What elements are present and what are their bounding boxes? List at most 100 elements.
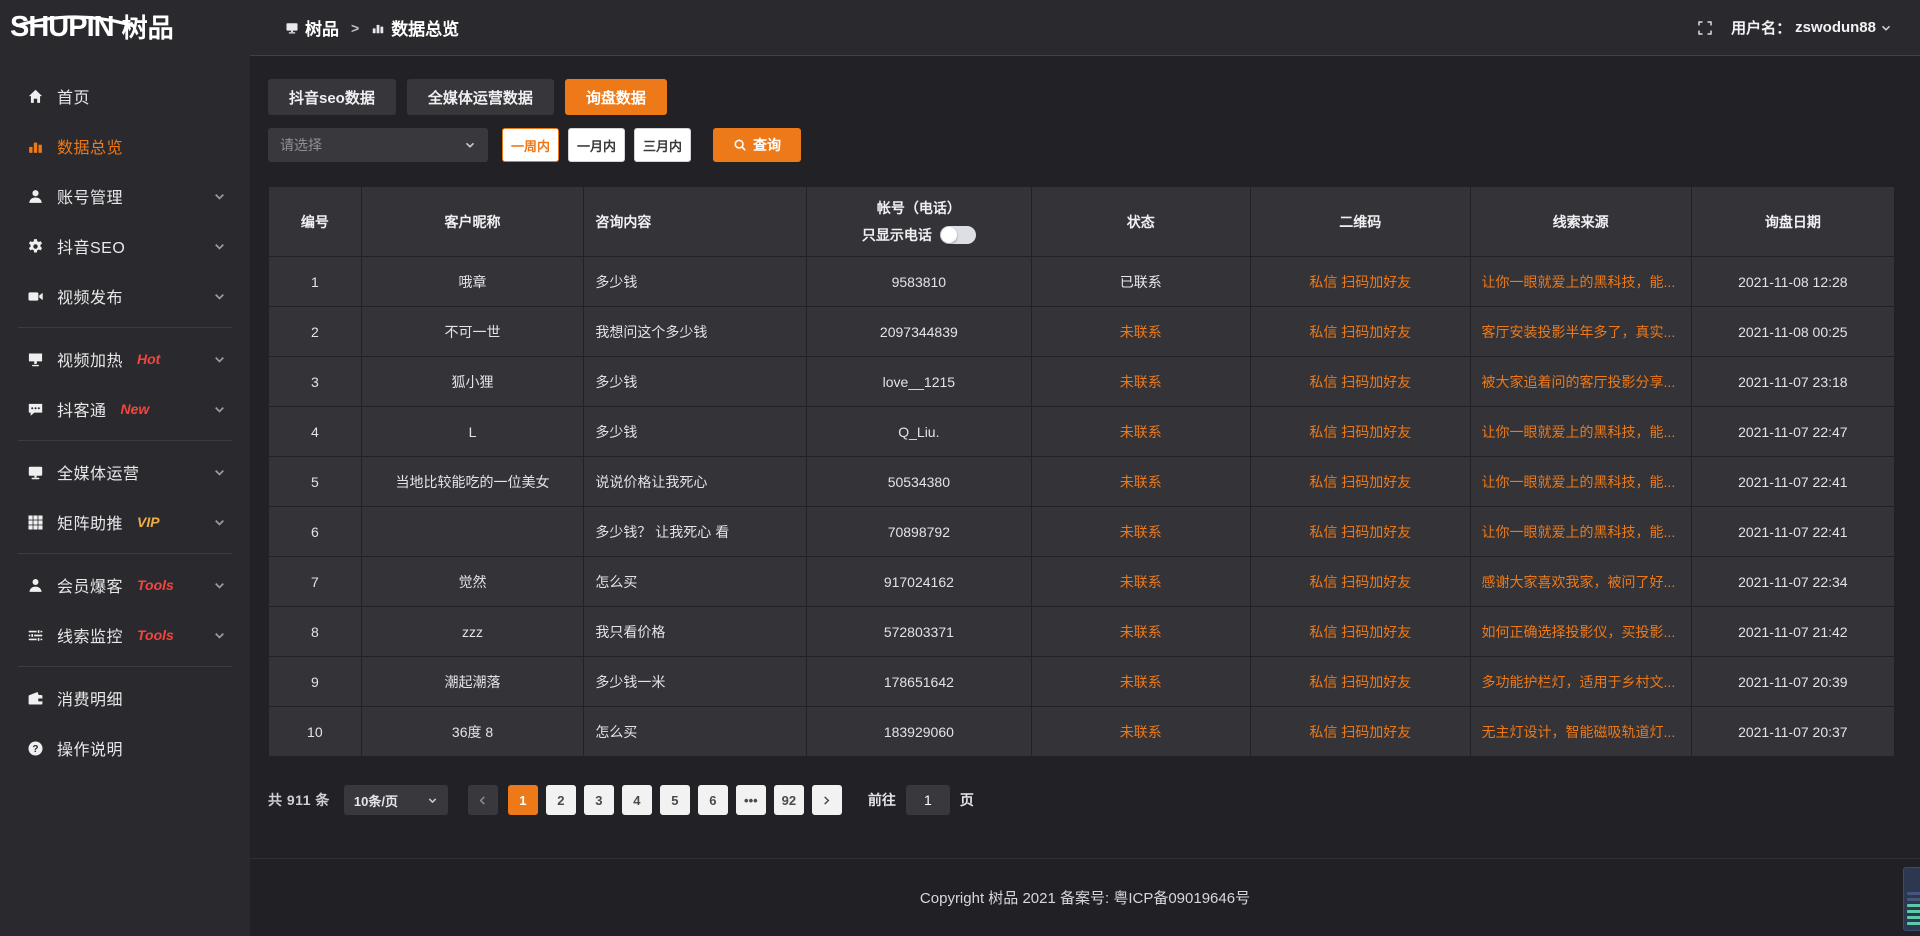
cell-qrcode: 私信 扫码加好友 [1251,307,1471,357]
tab-douyin-seo[interactable]: 抖音seo数据 [268,79,396,115]
sidebar-item-label: 账号管理 [57,184,123,208]
cell-account: 70898792 [807,507,1031,557]
sidebar-item-label: 消费明细 [57,686,123,710]
qrcode-actions-link[interactable]: 私信 扫码加好友 [1309,624,1411,640]
sidebar-item[interactable]: 抖客通 New [0,384,250,434]
sidebar-item-label: 抖客通 [57,397,107,421]
qrcode-actions-link[interactable]: 私信 扫码加好友 [1309,574,1411,590]
table-row: 2不可一世我想问这个多少钱2097344839未联系私信 扫码加好友客厅安装投影… [269,307,1895,357]
cell-date: 2021-11-07 21:42 [1691,607,1894,657]
next-page-button[interactable] [812,785,842,815]
search-icon [733,138,747,152]
source-link[interactable]: 多功能护栏灯，适用于乡村文... [1482,674,1676,690]
phone-only-toggle[interactable] [940,226,976,244]
page-ellipsis-button[interactable]: ••• [736,785,766,815]
cell-nickname: 当地比较能吃的一位美女 [361,457,584,507]
page-size-select[interactable]: 10条/页 [344,785,448,815]
cell-qrcode: 私信 扫码加好友 [1251,457,1471,507]
sidebar-item[interactable]: 首页 [0,71,250,121]
sidebar-item[interactable]: 会员爆客Tools [0,560,250,610]
tab-omnimedia[interactable]: 全媒体运营数据 [407,79,554,115]
breadcrumb-item-current[interactable]: 数据总览 [371,15,459,40]
wallet-icon [27,690,44,707]
range-button[interactable]: 一月内 [568,128,625,162]
page-number-button[interactable]: 92 [774,785,804,815]
chevron-down-icon [427,795,438,806]
sidebar-item-badge: New [121,401,150,417]
qrcode-actions-link[interactable]: 私信 扫码加好友 [1309,324,1411,340]
sidebar-item[interactable]: 消费明细 [0,673,250,723]
range-button[interactable]: 三月内 [634,128,691,162]
prev-page-button[interactable] [468,785,498,815]
sidebar-item-label: 矩阵助推 [57,510,123,534]
user-label: 用户名： [1731,17,1791,38]
col-header-status: 状态 [1031,187,1251,257]
source-link[interactable]: 让你一眼就爱上的黑科技，能... [1482,424,1676,440]
sidebar-item-badge: Hot [137,351,160,367]
page-number-button[interactable]: 4 [622,785,652,815]
sidebar-item[interactable]: 账号管理 [0,171,250,221]
breadcrumb-separator: > [351,20,359,36]
floating-widget[interactable] [1903,867,1920,931]
qrcode-actions-link[interactable]: 私信 扫码加好友 [1309,724,1411,740]
cell-content: 多少钱 [584,357,807,407]
search-button[interactable]: 查询 [713,128,801,162]
tab-inquiry[interactable]: 询盘数据 [565,79,667,115]
user-menu[interactable]: 用户名： zswodun88 [1731,17,1892,38]
source-link[interactable]: 无主灯设计，智能磁吸轨道灯... [1482,724,1676,740]
cell-nickname [361,507,584,557]
chevron-down-icon [213,353,226,366]
pagination: 共 911 条 10条/页 123456•••92 前往 页 [268,785,1895,815]
sidebar-item[interactable]: 线索监控Tools [0,610,250,660]
table-row: 3狐小狸多少钱love__1215未联系私信 扫码加好友被大家追着问的客厅投影分… [269,357,1895,407]
cell-id: 5 [269,457,362,507]
sidebar-item[interactable]: 抖音SEO [0,221,250,271]
qrcode-actions-link[interactable]: 私信 扫码加好友 [1309,474,1411,490]
page-number-button[interactable]: 3 [584,785,614,815]
qrcode-actions-link[interactable]: 私信 扫码加好友 [1309,424,1411,440]
goto-label: 前往 [868,790,896,810]
qrcode-actions-link[interactable]: 私信 扫码加好友 [1309,274,1411,290]
sidebar-item[interactable]: 视频发布 [0,271,250,321]
source-link[interactable]: 让你一眼就爱上的黑科技，能... [1482,274,1676,290]
cell-qrcode: 私信 扫码加好友 [1251,407,1471,457]
filter-select[interactable]: 请选择 [268,128,488,162]
chevron-down-icon [213,579,226,592]
range-button[interactable]: 一周内 [502,128,559,162]
breadcrumb: 树品 > 数据总览 [285,15,459,40]
breadcrumb-item-home[interactable]: 树品 [285,15,339,40]
cell-qrcode: 私信 扫码加好友 [1251,607,1471,657]
sidebar-item[interactable]: ?操作说明 [0,723,250,773]
source-link[interactable]: 让你一眼就爱上的黑科技，能... [1482,474,1676,490]
qrcode-actions-link[interactable]: 私信 扫码加好友 [1309,674,1411,690]
cell-source: 感谢大家喜欢我家，被问了好... [1470,557,1691,607]
source-link[interactable]: 感谢大家喜欢我家，被问了好... [1482,574,1676,590]
cell-content: 多少钱？ 让我死心 看 [584,507,807,557]
cell-source: 无主灯设计，智能磁吸轨道灯... [1470,707,1691,757]
sidebar-item[interactable]: 视频加热Hot [0,334,250,384]
sidebar-item-label: 抖音SEO [57,234,125,258]
table-header-row: 编号 客户昵称 咨询内容 帐号（电话） 只显示电话 状态 二维码 线索来源 询盘… [269,187,1895,257]
source-link[interactable]: 如何正确选择投影仪，买投影... [1482,624,1676,640]
page-number-button[interactable]: 1 [508,785,538,815]
source-link[interactable]: 让你一眼就爱上的黑科技，能... [1482,524,1676,540]
sidebar-item[interactable]: 矩阵助推VIP [0,497,250,547]
sidebar-item[interactable]: 全媒体运营 [0,447,250,497]
sidebar: 首页数据总览账号管理抖音SEO视频发布视频加热Hot抖客通New全媒体运营矩阵助… [0,55,250,936]
page-number-button[interactable]: 5 [660,785,690,815]
fullscreen-icon[interactable] [1697,20,1713,36]
page-number-button[interactable]: 2 [546,785,576,815]
source-link[interactable]: 客厅安装投影半年多了，真实... [1482,324,1676,340]
cell-date: 2021-11-07 22:41 [1691,507,1894,557]
qrcode-actions-link[interactable]: 私信 扫码加好友 [1309,524,1411,540]
cell-content: 说说价格让我死心 [584,457,807,507]
sidebar-item[interactable]: 数据总览 [0,121,250,171]
cell-source: 让你一眼就爱上的黑科技，能... [1470,257,1691,307]
chevron-down-icon [213,240,226,253]
goto-page-input[interactable] [906,785,950,815]
sidebar-item-badge: Tools [137,627,174,643]
cell-date: 2021-11-08 12:28 [1691,257,1894,307]
page-number-button[interactable]: 6 [698,785,728,815]
qrcode-actions-link[interactable]: 私信 扫码加好友 [1309,374,1411,390]
source-link[interactable]: 被大家追着问的客厅投影分享... [1482,374,1676,390]
